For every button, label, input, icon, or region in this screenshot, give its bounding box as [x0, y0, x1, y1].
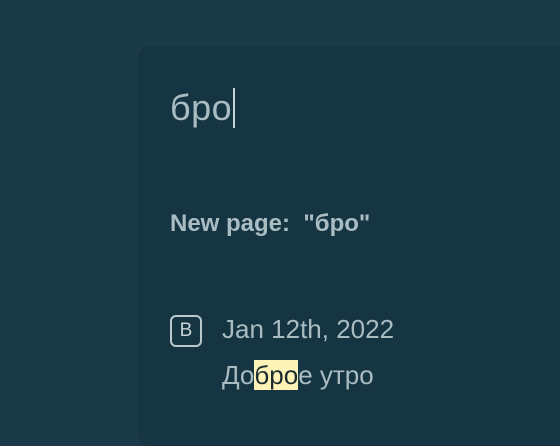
search-input[interactable]: бро	[170, 86, 235, 130]
snippet-match-highlight: бро	[254, 360, 299, 390]
snippet-text-after: е утро	[298, 360, 374, 390]
result-snippet: Доброе утро	[222, 360, 374, 391]
snippet-text-before: До	[222, 360, 255, 390]
text-cursor	[233, 88, 235, 128]
search-query-text[interactable]: бро	[170, 87, 232, 129]
block-letter-icon: B	[170, 315, 202, 347]
result-title[interactable]: Jan 12th, 2022	[222, 314, 394, 345]
new-page-option[interactable]: New page: "бро"	[170, 210, 370, 238]
